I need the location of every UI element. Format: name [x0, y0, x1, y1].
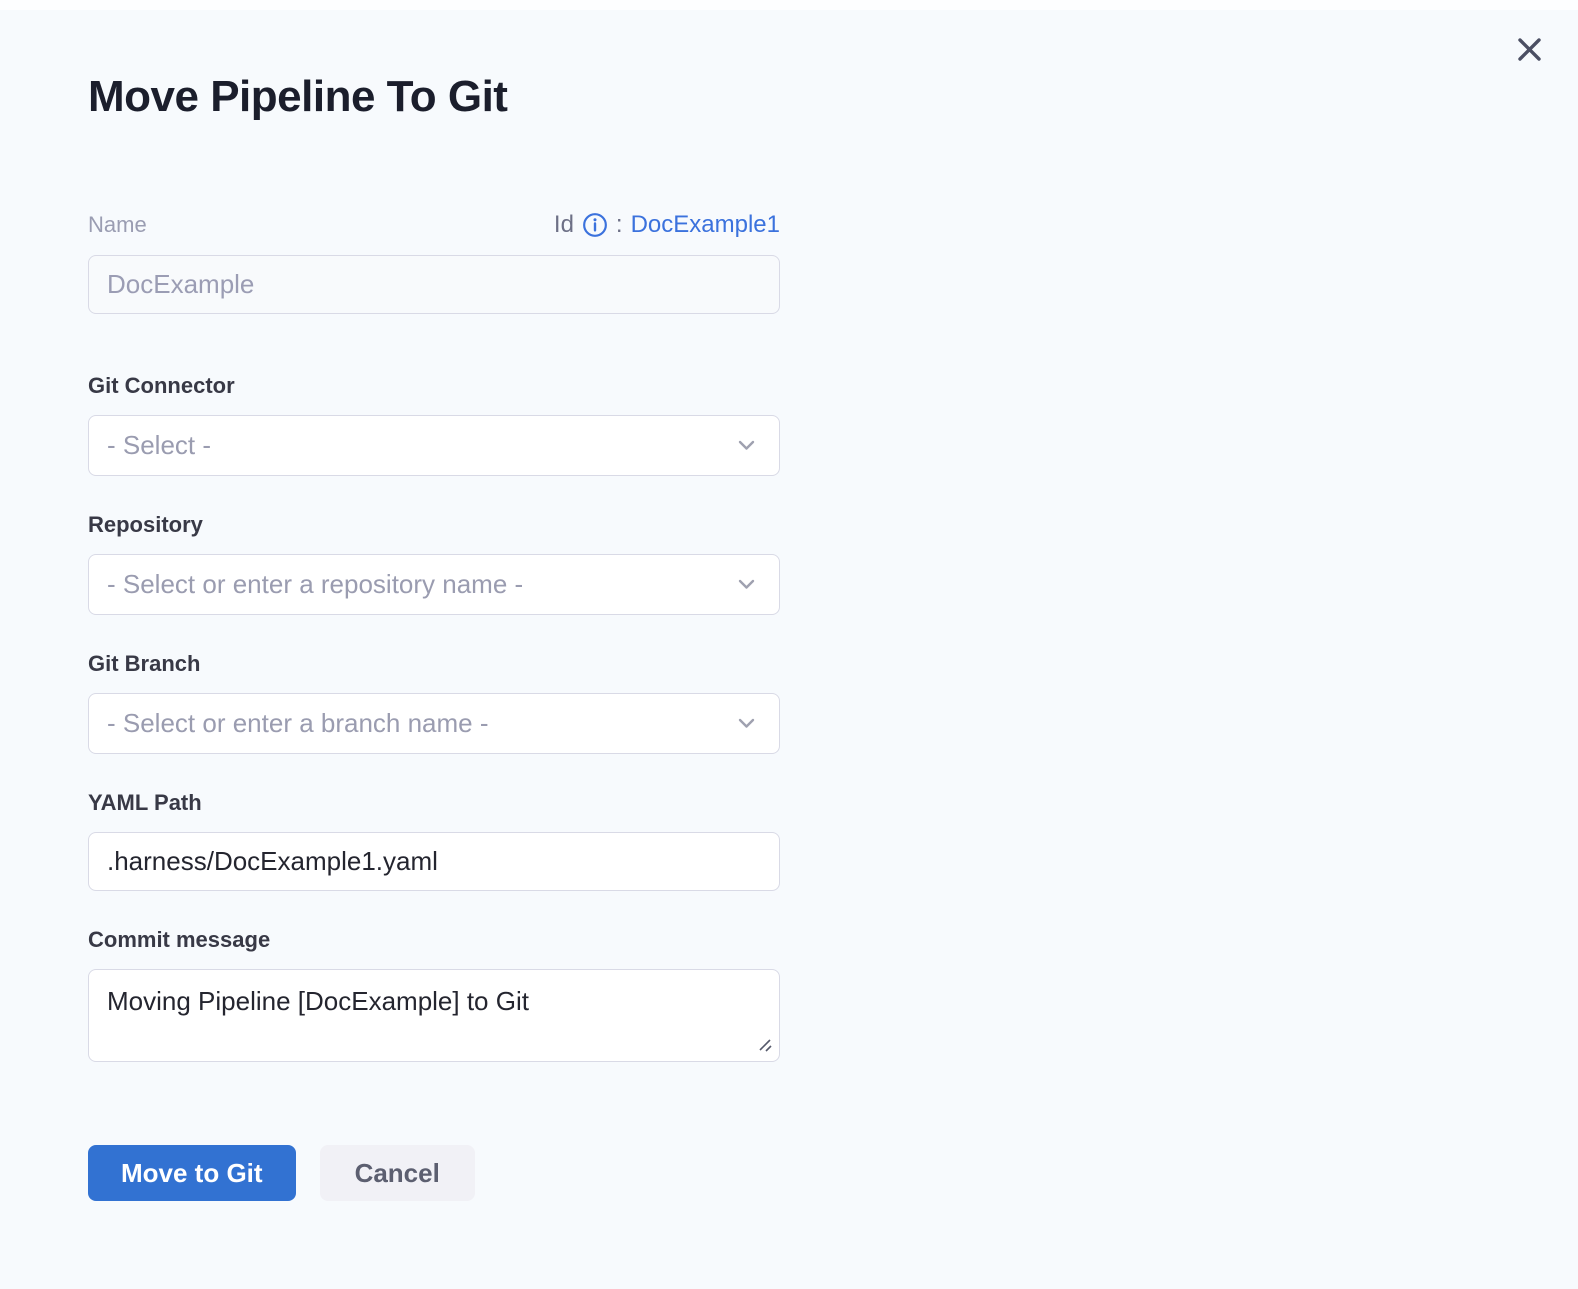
move-pipeline-modal: Move Pipeline To Git Name Id — [0, 0, 1578, 1289]
name-label-row: Name Id : DocExample1 — [88, 211, 780, 239]
move-to-git-button[interactable]: Move to Git — [88, 1145, 296, 1201]
id-label: Id — [554, 211, 574, 239]
git-connector-placeholder: - Select - — [107, 430, 211, 461]
git-connector-label: Git Connector — [88, 373, 780, 399]
repository-select[interactable]: - Select or enter a repository name - — [88, 554, 780, 615]
git-branch-placeholder: - Select or enter a branch name - — [107, 708, 489, 739]
move-to-git-form: Name Id : DocExample1 — [88, 211, 780, 1201]
chevron-down-icon — [738, 718, 755, 729]
close-button[interactable] — [1511, 31, 1547, 67]
id-value: DocExample1 — [631, 211, 780, 239]
chevron-down-icon — [738, 440, 755, 451]
field-name: Name Id : DocExample1 — [88, 211, 780, 314]
git-branch-select[interactable]: - Select or enter a branch name - — [88, 693, 780, 754]
page-top-edge — [0, 0, 1578, 10]
field-commit-message: Commit message Moving Pipeline [DocExamp… — [88, 927, 780, 1062]
field-repository: Repository - Select or enter a repositor… — [88, 512, 780, 615]
yaml-path-input[interactable] — [88, 832, 780, 891]
name-input — [88, 255, 780, 314]
git-branch-label: Git Branch — [88, 651, 780, 677]
repository-label: Repository — [88, 512, 780, 538]
modal-title: Move Pipeline To Git — [88, 68, 1578, 125]
field-git-branch: Git Branch - Select or enter a branch na… — [88, 651, 780, 754]
name-label: Name — [88, 212, 147, 238]
commit-message-wrap: Moving Pipeline [DocExample] to Git — [88, 969, 780, 1062]
chevron-down-icon — [738, 579, 755, 590]
field-git-connector: Git Connector - Select - — [88, 373, 780, 476]
modal-actions: Move to Git Cancel — [88, 1145, 780, 1201]
commit-message-label: Commit message — [88, 927, 780, 953]
cancel-button[interactable]: Cancel — [320, 1145, 475, 1201]
info-icon[interactable] — [582, 212, 608, 238]
close-icon — [1514, 34, 1545, 65]
id-separator: : — [616, 211, 623, 239]
commit-message-textarea[interactable]: Moving Pipeline [DocExample] to Git — [88, 969, 780, 1062]
repository-placeholder: - Select or enter a repository name - — [107, 569, 523, 600]
git-connector-select[interactable]: - Select - — [88, 415, 780, 476]
pipeline-id: Id : DocExample1 — [554, 211, 780, 239]
modal-content: Move Pipeline To Git Name Id — [0, 0, 1578, 1201]
yaml-path-label: YAML Path — [88, 790, 780, 816]
field-yaml-path: YAML Path — [88, 790, 780, 891]
